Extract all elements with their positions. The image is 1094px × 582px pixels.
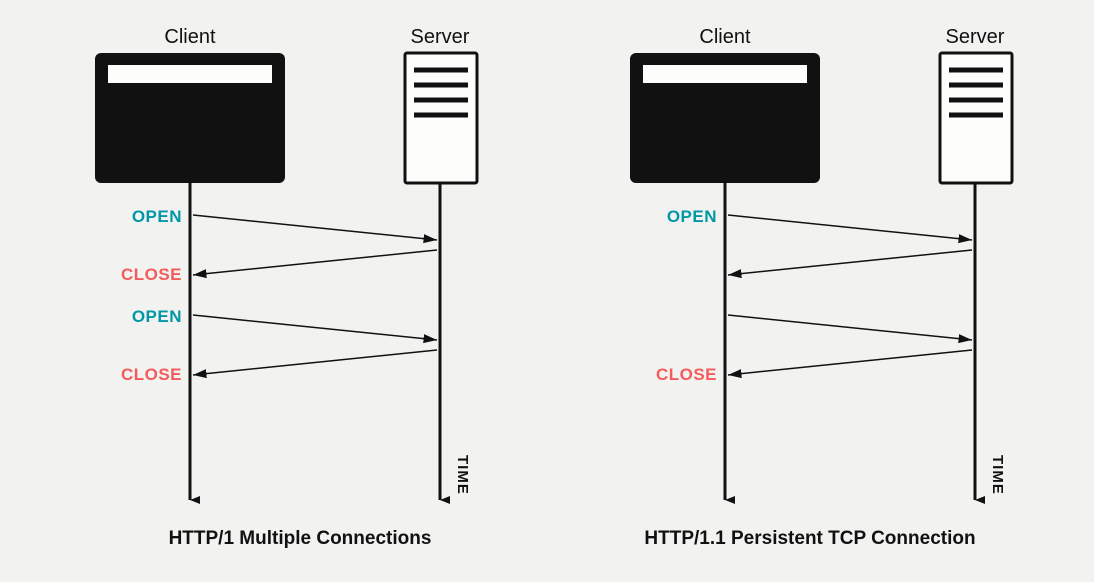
msg-open2 [193,315,437,340]
label-open2: OPEN [132,307,182,326]
msg-req2 [728,315,972,340]
label-close1: CLOSE [121,265,182,284]
diagram-container: Client Server O [0,0,1094,555]
caption-http11: HTTP/1.1 Persistent TCP Connection [570,528,1050,550]
client-label: Client [699,26,751,48]
caption-http1: HTTP/1 Multiple Connections [60,528,540,550]
msg-close1 [193,250,437,275]
client-icon [630,53,820,183]
panel-http11: Client Server OPEN CLOSE TIME [570,25,1050,555]
client-label: Client [164,26,216,48]
msg-res1 [728,250,972,275]
server-icon [940,53,1012,183]
label-close2: CLOSE [121,365,182,384]
client-icon [95,53,285,183]
server-icon [405,53,477,183]
msg-res2 [728,350,972,375]
label-open1: OPEN [132,207,182,226]
msg-req1 [728,215,972,240]
msg-close2 [193,350,437,375]
label-open: OPEN [667,207,717,226]
server-label: Server [411,26,470,48]
diagram-http11: Client Server OPEN CLOSE TIME [570,25,1050,515]
time-label: TIME [989,455,1006,495]
server-label: Server [946,26,1005,48]
msg-open1 [193,215,437,240]
diagram-http1: Client Server O [60,25,540,515]
time-label: TIME [454,455,471,495]
label-close: CLOSE [656,365,717,384]
panel-http1: Client Server O [60,25,540,555]
